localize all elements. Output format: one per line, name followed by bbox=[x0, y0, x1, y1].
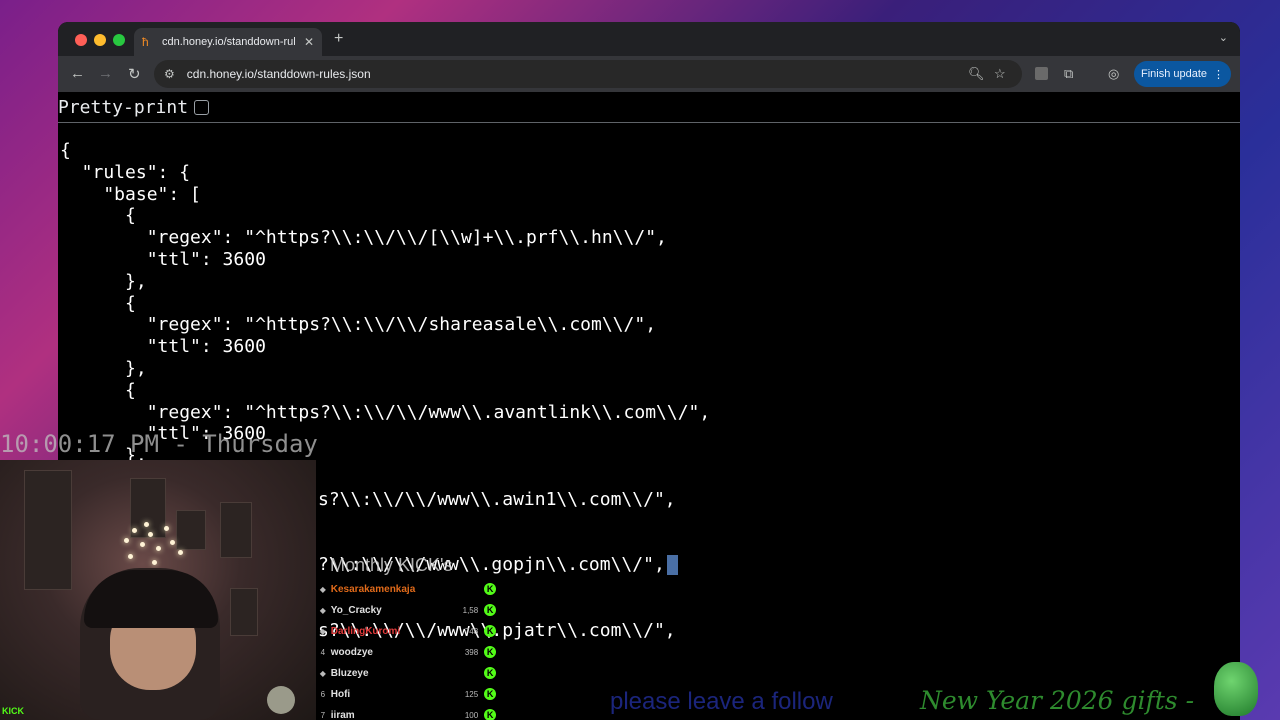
wall-poster bbox=[24, 470, 72, 590]
pretty-print-bar: Pretty-print bbox=[58, 92, 1240, 123]
leaderboard-points: 125 bbox=[464, 689, 479, 699]
fairy-light bbox=[156, 546, 161, 551]
fairy-light bbox=[124, 538, 129, 543]
fairy-light bbox=[178, 550, 183, 555]
leaderboard-rank: 7 bbox=[320, 710, 326, 720]
fairy-light bbox=[128, 554, 133, 559]
kick-coin-icon: K bbox=[484, 604, 496, 616]
json-line: { bbox=[60, 292, 136, 314]
close-tab-icon[interactable]: ✕ bbox=[304, 35, 314, 49]
fairy-light bbox=[152, 560, 157, 565]
wall-poster bbox=[230, 588, 258, 636]
fairy-light bbox=[148, 532, 153, 537]
kick-coin-icon: K bbox=[484, 625, 496, 637]
leaderboard-rank: 6 bbox=[320, 689, 326, 699]
extensions-puzzle-icon[interactable]: ⧉ bbox=[1064, 66, 1073, 82]
kick-coin-icon: K bbox=[484, 709, 496, 720]
tab-title: cdn.honey.io/standdown-rule bbox=[162, 36, 296, 48]
minimize-window-button[interactable] bbox=[94, 34, 106, 46]
leaderboard-points: 748 bbox=[464, 626, 479, 636]
leaderboard-rank: ◆ bbox=[319, 626, 326, 636]
active-tab[interactable]: ħ cdn.honey.io/standdown-rule ✕ bbox=[134, 28, 322, 56]
reload-icon[interactable]: ↻ bbox=[128, 65, 141, 83]
leaderboard-rank: 4 bbox=[320, 647, 326, 657]
leaderboard-row: ◆ Yo_Cracky 1,58 K bbox=[316, 601, 496, 619]
site-info-icon[interactable]: ⚙ bbox=[164, 67, 175, 81]
leaderboard-rank: ◆ bbox=[319, 605, 326, 615]
grenade-icon bbox=[1214, 662, 1258, 716]
gifts-ticker: New Year 2026 gifts - bbox=[920, 686, 1195, 715]
leaderboard-row: ◆ Bluzeye K bbox=[316, 664, 496, 682]
json-line: "regex": "^https?\\:\\/\\/www\\.avantlin… bbox=[60, 401, 711, 423]
leaderboard-row: 7 iiram 100 K bbox=[316, 706, 496, 720]
json-line: }, bbox=[60, 358, 147, 379]
kick-coin-icon: K bbox=[484, 646, 496, 658]
json-line: s?\\:\\/\\/www\\.awin1\\.com\\/", bbox=[318, 488, 676, 510]
fairy-light bbox=[144, 522, 149, 527]
address-bar[interactable]: ⚙ cdn.honey.io/standdown-rules.json bbox=[154, 60, 1022, 88]
extension-icon[interactable] bbox=[1035, 67, 1048, 80]
tab-strip: ħ cdn.honey.io/standdown-rule ✕ + ⌄ bbox=[58, 22, 1240, 56]
honey-favicon-icon: ħ bbox=[142, 35, 149, 49]
leaderboard-name: iiram bbox=[330, 709, 355, 720]
url-text: cdn.honey.io/standdown-rules.json bbox=[186, 67, 371, 81]
json-line: { bbox=[60, 379, 136, 401]
fairy-lights bbox=[118, 520, 188, 570]
kick-coin-icon: K bbox=[484, 667, 496, 679]
kick-coin-icon: K bbox=[484, 583, 496, 595]
close-window-button[interactable] bbox=[75, 34, 87, 46]
maximize-window-button[interactable] bbox=[113, 34, 125, 46]
json-line: { bbox=[60, 205, 136, 227]
leaderboard-title: Monthly KICK's bbox=[330, 555, 453, 575]
forward-arrow-icon[interactable]: → bbox=[98, 65, 113, 82]
profile-icon[interactable]: ◎ bbox=[1108, 66, 1119, 82]
json-line: }, bbox=[60, 270, 147, 292]
tab-search-chevron-icon[interactable]: ⌄ bbox=[1219, 31, 1228, 44]
leaderboard-row: ◆ Kesarakamenkaja K bbox=[316, 580, 496, 598]
kick-coin-icon: K bbox=[484, 688, 496, 700]
json-line: "ttl": 3600 bbox=[60, 336, 266, 358]
text-cursor bbox=[666, 555, 678, 576]
leaderboard-points: 398 bbox=[464, 647, 479, 657]
profile-badge bbox=[267, 686, 295, 714]
follow-ticker: please leave a follow bbox=[610, 688, 833, 715]
leaderboard-name: Hofi bbox=[330, 688, 351, 700]
window-controls bbox=[75, 34, 125, 46]
stream-clock: 10:00:17 PM - Thursday bbox=[0, 430, 318, 458]
wall-poster bbox=[220, 502, 252, 558]
back-arrow-icon[interactable]: ← bbox=[70, 65, 85, 82]
json-line: "base": [ bbox=[60, 183, 201, 205]
kebab-menu-icon: ⋮ bbox=[1213, 68, 1225, 81]
leaderboard-name: woodzye bbox=[330, 646, 373, 658]
leaderboard-points: 1,58 bbox=[462, 605, 479, 615]
finish-update-label: Finish update bbox=[1140, 68, 1208, 80]
fairy-light bbox=[164, 526, 169, 531]
leaderboard-rank: ◆ bbox=[319, 584, 326, 594]
fairy-light bbox=[170, 540, 175, 545]
leaderboard-points: 100 bbox=[464, 710, 479, 720]
json-line: { bbox=[60, 140, 71, 161]
leaderboard-name: Yo_Cracky bbox=[330, 604, 382, 616]
finish-update-button[interactable]: Finish update ⋮ bbox=[1134, 61, 1231, 87]
fairy-light bbox=[132, 528, 137, 533]
leaderboard-row: ◆ DarlingKuromi 748 K bbox=[316, 622, 496, 640]
json-line: "rules": { bbox=[60, 161, 191, 183]
json-line: "regex": "^https?\\:\\/\\/shareasale\\.c… bbox=[60, 314, 657, 336]
leaderboard-name: Kesarakamenkaja bbox=[330, 583, 416, 595]
leaderboard-name: DarlingKuromi bbox=[330, 625, 401, 637]
new-tab-plus-icon[interactable]: + bbox=[334, 30, 343, 48]
zoom-magnifier-icon[interactable]: 🔍︎ bbox=[968, 66, 985, 82]
bookmark-star-icon[interactable]: ☆ bbox=[994, 66, 1006, 82]
leaderboard-row: 4 woodzye 398 K bbox=[316, 643, 496, 661]
leaderboard-row: 6 Hofi 125 K bbox=[316, 685, 496, 703]
kick-logo: KICK bbox=[2, 706, 24, 716]
leaderboard-rank: ◆ bbox=[319, 668, 326, 678]
leaderboard-name: Bluzeye bbox=[330, 667, 369, 679]
pretty-print-checkbox[interactable] bbox=[194, 99, 210, 115]
json-line: "ttl": 3600 bbox=[60, 249, 266, 270]
fairy-light bbox=[140, 542, 145, 547]
browser-toolbar: ← → ↻ ⚙ cdn.honey.io/standdown-rules.jso… bbox=[58, 56, 1240, 92]
json-line: "regex": "^https?\\:\\/\\/[\\w]+\\.prf\\… bbox=[60, 227, 667, 249]
pretty-print-label: Pretty-print bbox=[58, 96, 189, 118]
